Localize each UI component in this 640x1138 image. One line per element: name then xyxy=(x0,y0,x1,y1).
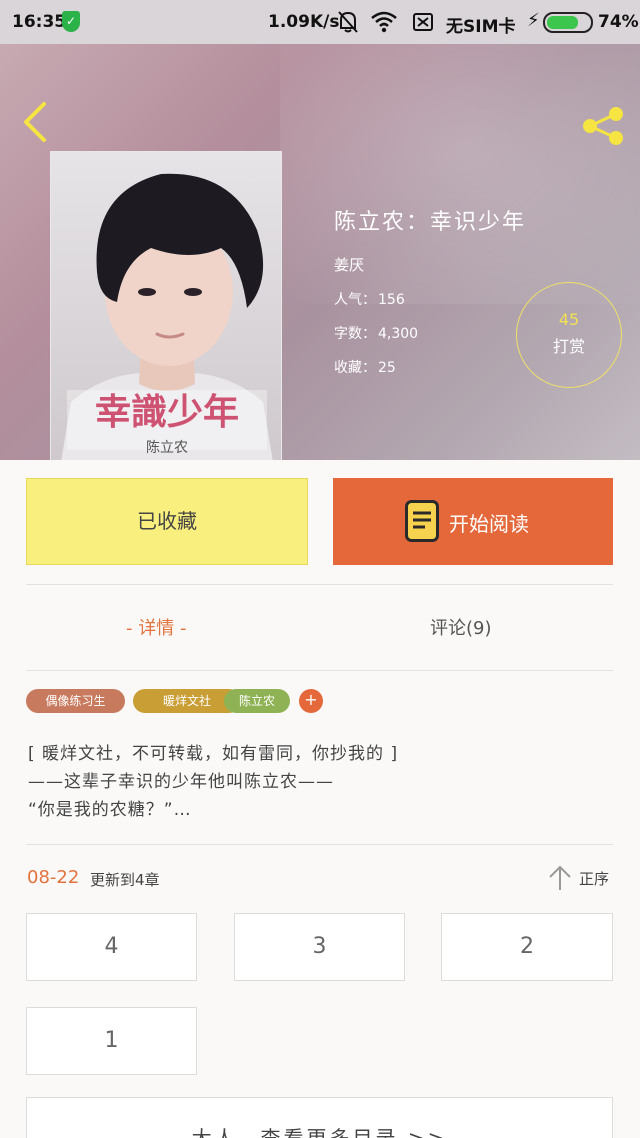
status-time: 16:35 xyxy=(12,12,67,32)
tab-comments[interactable]: 评论(9) xyxy=(430,614,492,640)
update-date: 08-22 xyxy=(27,867,80,888)
tip-count: 45 xyxy=(558,310,580,329)
tab-details[interactable]: - 详情 - xyxy=(126,614,186,640)
bell-muted-icon xyxy=(337,10,359,39)
share-button[interactable] xyxy=(580,106,628,146)
book-cover-image: 幸識少年 陈立农 xyxy=(50,151,282,460)
sort-order-label: 正序 xyxy=(579,870,610,888)
synopsis: [ 暖烊文社，不可转载，如有雷同，你抄我的 ] ——这辈子幸识的少年他叫陈立农—… xyxy=(28,740,608,824)
divider xyxy=(26,670,613,671)
charging-icon: ⚡ xyxy=(527,10,540,31)
arrow-up-icon xyxy=(549,865,571,890)
update-text: 更新到4章 xyxy=(90,871,160,889)
synopsis-line: ——这辈子幸识的少年他叫陈立农—— xyxy=(28,772,334,792)
cover-lettering: 幸識少年 xyxy=(95,391,239,433)
stat-word-count: 字数： 4,300 xyxy=(334,326,419,342)
favorited-button[interactable]: 已收藏 xyxy=(26,478,308,565)
share-icon xyxy=(583,107,623,145)
book-author: 姜厌 xyxy=(334,256,365,274)
tip-label: 打赏 xyxy=(552,337,585,356)
battery-percent: 74% xyxy=(598,12,639,32)
synopsis-line: [ 暖烊文社，不可转载，如有雷同，你抄我的 ] xyxy=(28,744,399,764)
chapter-button[interactable]: 1 xyxy=(26,1007,197,1075)
add-tag-button[interactable]: + xyxy=(299,689,323,713)
book-info: 陈立农：幸识少年 姜厌 人气： 156 字数： 4,300 收藏： 25 xyxy=(334,204,526,391)
chapter-button[interactable]: 4 xyxy=(26,913,197,981)
divider xyxy=(26,844,613,845)
tag-chen-linong[interactable]: 陈立农 xyxy=(224,689,290,713)
book-header: 幸識少年 陈立农 陈立农：幸识少年 姜厌 人气： 156 字数： 4,300 收藏：… xyxy=(0,44,640,460)
status-bar: 16:35 ✓ 1.09K/s 无SIM卡 ⚡ 74% xyxy=(0,0,640,44)
book-icon xyxy=(405,500,439,542)
book-title: 陈立农：幸识少年 xyxy=(334,210,527,235)
synopsis-line: “你是我的农糖？”… xyxy=(28,800,192,820)
tag-idol-trainee[interactable]: 偶像练习生 xyxy=(26,689,125,713)
divider xyxy=(26,584,613,585)
start-reading-label: 开始阅读 xyxy=(449,512,529,536)
chevron-left-icon xyxy=(24,102,46,142)
stat-favorites: 收藏： 25 xyxy=(334,360,396,376)
back-button[interactable] xyxy=(18,100,52,144)
chapter-button[interactable]: 3 xyxy=(234,913,405,981)
network-speed: 1.09K/s xyxy=(268,12,340,32)
svg-text:陈立农: 陈立农 xyxy=(146,439,188,456)
battery-icon xyxy=(543,12,593,33)
chapter-button[interactable]: 2 xyxy=(441,913,613,981)
carrier-label: 无SIM卡 xyxy=(446,17,516,37)
more-toc-button[interactable]: 大人，查看更多目录 >> xyxy=(26,1097,613,1138)
no-sim-icon xyxy=(412,10,434,39)
start-reading-button[interactable]: 开始阅读 xyxy=(333,478,613,565)
wifi-icon xyxy=(370,10,398,39)
stat-popularity: 人气： 156 xyxy=(334,292,405,308)
tip-button[interactable]: 45 打赏 xyxy=(516,282,622,388)
security-shield-icon: ✓ xyxy=(62,11,80,32)
